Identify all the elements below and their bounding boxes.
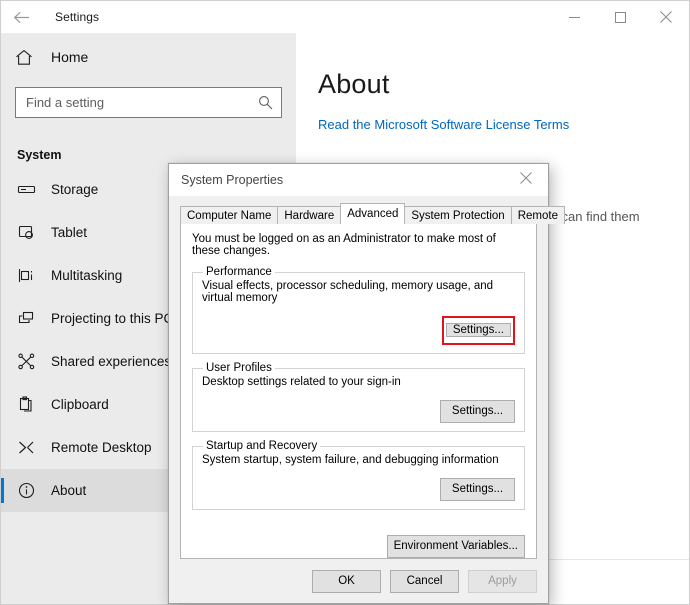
panel-spacer (192, 518, 525, 525)
startup-recovery-settings-button[interactable]: Settings... (440, 478, 515, 501)
tab-remote[interactable]: Remote (510, 206, 565, 224)
sidebar-item-label: Tablet (51, 225, 88, 240)
remote-desktop-icon (17, 438, 43, 457)
window-title: Settings (55, 10, 100, 24)
clipboard-icon (17, 395, 43, 414)
dialog-title-bar: System Properties (169, 164, 548, 196)
environment-variables-button[interactable]: Environment Variables... (386, 535, 525, 558)
sidebar-group-title: System (17, 148, 62, 162)
startup-recovery-group: Startup and Recovery System startup, sys… (192, 440, 525, 510)
close-button[interactable] (643, 1, 689, 33)
search-input[interactable] (26, 95, 252, 110)
title-bar: Settings (1, 1, 689, 33)
minimize-icon (568, 12, 580, 23)
user-profiles-button-row: Settings... (202, 400, 515, 423)
startup-recovery-group-legend: Startup and Recovery (206, 440, 318, 452)
startup-recovery-button-row: Settings... (202, 478, 515, 501)
ok-button[interactable]: OK (312, 569, 381, 593)
sidebar-item-label: Projecting to this PC (51, 311, 174, 326)
shared-experiences-icon (17, 352, 43, 371)
sidebar-item-label: Multitasking (51, 268, 123, 283)
window-controls (551, 1, 689, 33)
back-button[interactable] (1, 1, 41, 33)
minimize-button[interactable] (551, 1, 597, 33)
dialog-tabstrip: Computer Name Hardware Advanced System P… (180, 203, 565, 224)
projecting-icon (17, 309, 43, 328)
maximize-icon (614, 11, 626, 23)
settings-window: Settings Home Find a setting System Stor… (0, 0, 690, 605)
dialog-title: System Properties (181, 173, 284, 187)
user-profiles-description: Desktop settings related to your sign-in (202, 376, 401, 388)
tab-system-protection[interactable]: System Protection (404, 206, 512, 224)
environment-variables-row: Environment Variables... (192, 535, 525, 558)
performance-group-legend: Performance (206, 266, 272, 278)
user-profiles-settings-button[interactable]: Settings... (440, 400, 515, 423)
multitasking-icon (17, 266, 43, 285)
sidebar-item-label: Storage (51, 182, 99, 197)
maximize-button[interactable] (597, 1, 643, 33)
sidebar-item-label: About (51, 483, 87, 498)
dialog-body: Computer Name Hardware Advanced System P… (169, 196, 565, 559)
search-box[interactable] (15, 87, 282, 118)
sidebar-item-home[interactable]: Home (1, 37, 296, 77)
performance-button-row: Settings... (202, 316, 515, 345)
back-arrow-icon (13, 10, 30, 25)
highlight-box: Settings... (441, 316, 515, 345)
sidebar-item-label: Remote Desktop (51, 440, 152, 455)
close-icon (660, 11, 672, 23)
dialog-close-button[interactable] (504, 164, 548, 196)
search-container (1, 77, 296, 118)
sidebar-item-label: Shared experiences (51, 354, 172, 369)
window-body: Home System (1, 33, 689, 604)
page-title: About (318, 69, 390, 99)
administrator-note: You must be logged on as an Administrato… (192, 233, 496, 257)
advanced-tab-panel: You must be logged on as an Administrato… (180, 223, 537, 559)
dialog-footer: OK Cancel Apply (169, 559, 548, 603)
performance-group: Performance Visual effects, processor sc… (192, 266, 525, 354)
user-profiles-group-legend: User Profiles (206, 362, 272, 374)
license-terms-link[interactable]: Read the Microsoft Software License Term… (318, 117, 569, 132)
tab-computer-name[interactable]: Computer Name (180, 206, 279, 224)
sidebar-item-label: Clipboard (51, 397, 109, 412)
search-icon[interactable] (258, 95, 273, 110)
system-properties-dialog: System Properties Computer Name Hardware… (168, 163, 565, 604)
tab-advanced[interactable]: Advanced (340, 203, 406, 224)
performance-settings-button[interactable]: Settings... (445, 323, 511, 337)
startup-recovery-description: System startup, system failure, and debu… (202, 454, 499, 466)
home-icon (15, 49, 43, 66)
info-icon (17, 481, 43, 500)
cancel-button[interactable]: Cancel (390, 569, 459, 593)
storage-icon (17, 180, 43, 199)
sidebar-item-home-label: Home (51, 49, 89, 65)
tab-hardware[interactable]: Hardware (277, 206, 342, 224)
performance-description: Visual effects, processor scheduling, me… (202, 280, 494, 304)
user-profiles-group: User Profiles Desktop settings related t… (192, 362, 525, 432)
apply-button: Apply (468, 569, 537, 593)
tablet-icon (17, 223, 43, 242)
close-icon (520, 171, 532, 189)
